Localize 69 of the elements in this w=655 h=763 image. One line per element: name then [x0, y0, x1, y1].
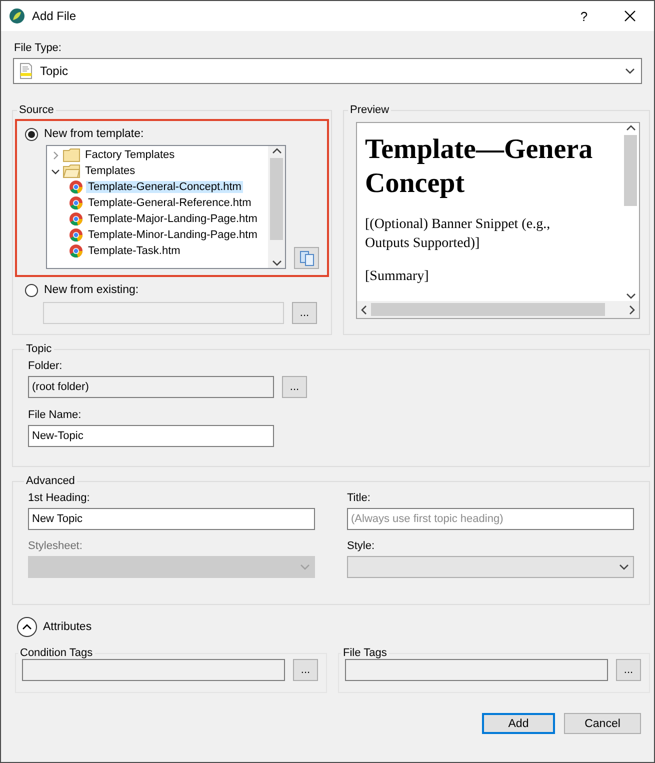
- scroll-left-icon: [361, 304, 367, 314]
- collapse-toggle[interactable]: [17, 617, 37, 637]
- vertical-scrollbar[interactable]: [268, 146, 285, 268]
- close-icon: [624, 10, 636, 22]
- scroll-down-icon: [626, 293, 636, 299]
- scroll-right-icon: [629, 304, 635, 314]
- browse-button[interactable]: ...: [282, 376, 307, 398]
- chevron-icon: [22, 624, 32, 630]
- browse-button[interactable]: ...: [292, 302, 317, 324]
- group-title: Preview: [349, 104, 390, 116]
- preview-paragraph: [(Optional) Banner Snippet (e.g., Outputs Supported)]: [365, 216, 552, 253]
- tree-item[interactable]: Factory Templates: [83, 149, 177, 161]
- tree-item[interactable]: Template-General-Concept.htm: [86, 181, 244, 193]
- group-title: Condition Tags: [19, 647, 94, 659]
- field-label: Folder:: [28, 359, 64, 373]
- preview-paragraph: [Summary]: [365, 268, 430, 286]
- field-label: Style:: [347, 539, 376, 553]
- app-logo-icon: [9, 8, 25, 24]
- browse-button[interactable]: ...: [293, 659, 318, 681]
- browse-button[interactable]: ...: [616, 659, 641, 681]
- document-icon: [20, 63, 32, 79]
- style-dropdown[interactable]: [347, 556, 634, 578]
- tree-item[interactable]: Template-General-Reference.htm: [86, 197, 254, 209]
- tags-field[interactable]: [22, 659, 285, 681]
- field-label: Stylesheet:: [28, 539, 84, 553]
- section-title: Attributes: [43, 620, 92, 634]
- folder-icon: [63, 164, 80, 178]
- dialog-button[interactable]: Add: [482, 713, 555, 734]
- scroll-up-icon: [272, 148, 282, 154]
- radio-label: New from existing:: [44, 283, 139, 297]
- copy-button[interactable]: [294, 247, 319, 269]
- tree-item[interactable]: Template-Task.htm: [86, 245, 182, 257]
- folder-field[interactable]: (root folder): [28, 376, 274, 398]
- globe-file-icon: [69, 228, 83, 242]
- scroll-down-icon: [272, 260, 282, 266]
- preview-heading: Concept: [365, 167, 466, 201]
- window-title: Add File: [32, 9, 78, 23]
- scroll-up-icon: [626, 125, 636, 131]
- radio-button[interactable]: [25, 284, 38, 296]
- preview-heading: Template—Genera: [365, 133, 594, 167]
- tree-item[interactable]: Template-Major-Landing-Page.htm: [86, 213, 260, 225]
- vertical-scrollbar[interactable]: [622, 123, 639, 301]
- globe-file-icon: [69, 244, 83, 258]
- field-label: File Type:: [14, 41, 62, 55]
- globe-file-icon: [69, 180, 83, 194]
- field-label: Title:: [347, 491, 372, 505]
- field-label: File Name:: [28, 408, 82, 422]
- field-label: 1st Heading:: [28, 491, 91, 505]
- existing-file-field[interactable]: [43, 302, 284, 324]
- group-title: Topic: [25, 343, 53, 355]
- tags-field[interactable]: [345, 659, 608, 681]
- file-type-dropdown[interactable]: Topic: [13, 58, 642, 84]
- radio-label: New from template:: [44, 127, 144, 141]
- horizontal-scrollbar[interactable]: [357, 301, 639, 318]
- radio-button[interactable]: [25, 128, 38, 140]
- title-field[interactable]: (Always use first topic heading): [347, 508, 634, 530]
- globe-file-icon: [69, 212, 83, 226]
- heading-field[interactable]: New Topic: [28, 508, 315, 530]
- help-button[interactable]: ?: [564, 1, 604, 31]
- folder-icon: [63, 148, 80, 162]
- tree-item[interactable]: Templates: [83, 165, 138, 177]
- globe-file-icon: [69, 196, 83, 210]
- group-title: File Tags: [342, 647, 388, 659]
- tree-item[interactable]: Template-Minor-Landing-Page.htm: [86, 229, 260, 241]
- file-name-field[interactable]: New-Topic: [28, 425, 274, 447]
- dialog-button[interactable]: Cancel: [564, 713, 641, 734]
- group-title: Source: [18, 104, 55, 116]
- group-title: Advanced: [25, 475, 76, 487]
- copy-pages-icon: [298, 250, 314, 266]
